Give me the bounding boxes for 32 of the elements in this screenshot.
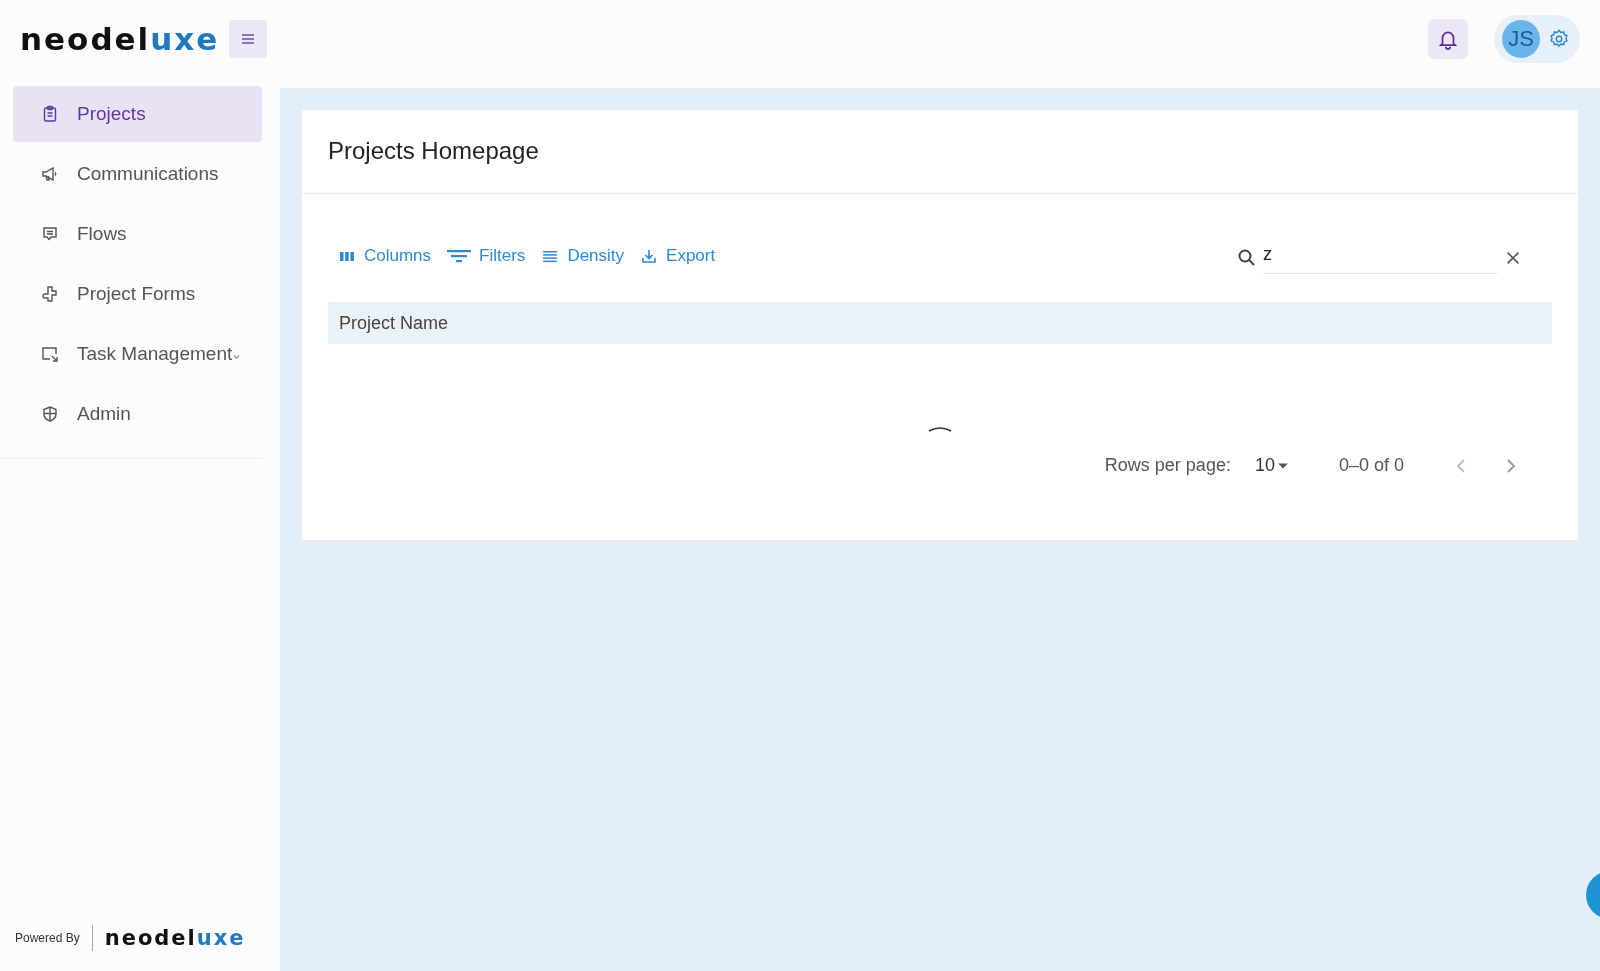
toolbar-button[interactable]: Filters: [445, 244, 528, 268]
rows-per-page-select[interactable]: 10: [1248, 454, 1295, 477]
logo: neodeluxe: [20, 21, 220, 57]
sidebar-item[interactable]: Admin: [13, 386, 262, 442]
sidebar-item[interactable]: Projects: [13, 86, 262, 142]
filter-icon: [447, 247, 472, 265]
sidebar-item[interactable]: Flows: [13, 206, 262, 262]
sidebar-item[interactable]: Project Forms: [13, 266, 262, 322]
column-header[interactable]: Project Name: [339, 312, 449, 334]
page-title: Projects Homepage: [302, 110, 1578, 194]
sidebar-item[interactable]: Communications: [13, 146, 262, 202]
rows-per-page-label: Rows per page:: [1104, 455, 1231, 476]
menu-button[interactable]: [229, 20, 268, 58]
toolbar-button[interactable]: Columns: [336, 244, 434, 268]
close-icon[interactable]: [1504, 249, 1522, 267]
megaphone-icon: [41, 165, 59, 183]
message-icon: [41, 225, 59, 243]
powered-by-label: Powered By: [15, 931, 80, 945]
shield-icon: [41, 405, 59, 423]
toolbar-button[interactable]: Density: [539, 244, 627, 268]
gear-icon: [1548, 28, 1570, 50]
page-range: 0–0 of 0: [1338, 455, 1404, 476]
sidebar-item[interactable]: Task Management: [13, 326, 262, 382]
download-icon: [640, 247, 659, 265]
task-icon: [41, 345, 59, 363]
settings-button[interactable]: [1548, 28, 1570, 50]
notifications-button[interactable]: [1428, 19, 1468, 59]
clipboard-icon: [41, 105, 59, 123]
logo: neodel uxe: [104, 926, 246, 950]
search-icon: [1237, 248, 1257, 268]
toolbar-button[interactable]: Export: [638, 244, 718, 268]
puzzle-icon: [41, 285, 59, 303]
